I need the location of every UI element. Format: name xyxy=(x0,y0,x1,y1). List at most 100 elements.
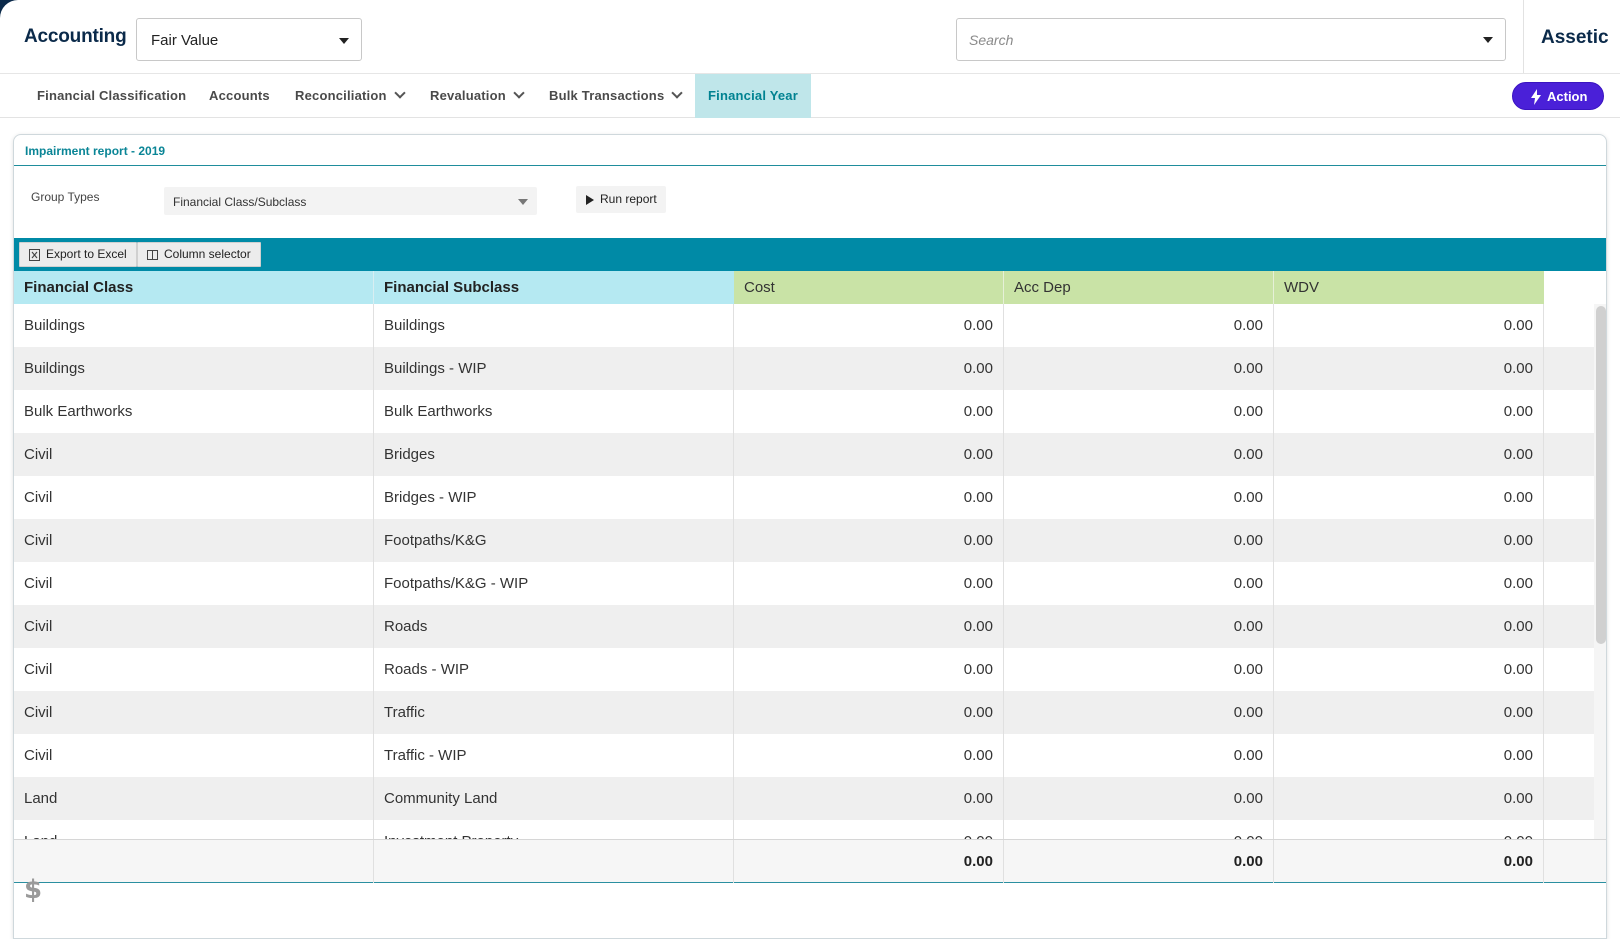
table-row[interactable]: Civil Footpaths/K&G 0.00 0.00 0.00 xyxy=(14,519,1594,562)
action-label: Action xyxy=(1547,89,1588,104)
panel-title: Impairment report - 2019 xyxy=(25,144,166,158)
grid-body[interactable]: LandInvestment Property0.000.000.00LandC… xyxy=(14,304,1606,839)
valuation-mode-value: Fair Value xyxy=(151,32,219,49)
cell-financial-class: Civil xyxy=(14,734,374,777)
panel-header: Impairment report - 2019 xyxy=(14,135,1606,166)
cell-cost: 0.00 xyxy=(734,777,1004,820)
cell-wdv: 0.00 xyxy=(1274,476,1544,519)
table-row[interactable]: Civil Roads - WIP 0.00 0.00 0.00 xyxy=(14,648,1594,691)
cell-acc-dep: 0.00 xyxy=(1004,433,1274,476)
table-row[interactable]: Civil Traffic - WIP 0.00 0.00 0.00 xyxy=(14,734,1594,777)
cell-financial-subclass: Community Land xyxy=(374,777,734,820)
cell-acc-dep: 0.00 xyxy=(1004,390,1274,433)
group-types-select[interactable]: Financial Class/Subclass xyxy=(164,187,537,215)
table-row[interactable]: Buildings Buildings 0.00 0.00 0.00 xyxy=(14,304,1594,347)
cell-financial-class: Civil xyxy=(14,691,374,734)
cell-cost: 0.00 xyxy=(734,648,1004,691)
cell-acc-dep: 0.00 xyxy=(1004,347,1274,390)
nav-reconciliation[interactable]: Reconciliation xyxy=(295,74,406,118)
export-to-excel-button[interactable]: Export to Excel xyxy=(19,242,137,267)
nav-revaluation[interactable]: Revaluation xyxy=(430,74,525,118)
scrollbar-thumb[interactable] xyxy=(1596,306,1606,644)
cell-acc-dep: 0.00 xyxy=(1004,304,1274,347)
cell-cost: 0.00 xyxy=(734,519,1004,562)
corner-decoration xyxy=(0,0,18,18)
cell-financial-class: Buildings xyxy=(14,347,374,390)
nav-label: Reconciliation xyxy=(295,88,387,103)
grid-scrollbar[interactable] xyxy=(1594,304,1606,839)
total-cell-class xyxy=(14,840,374,883)
cell-financial-class: Civil xyxy=(14,648,374,691)
cell-wdv: 0.00 xyxy=(1274,605,1544,648)
cell-financial-class: Land xyxy=(14,777,374,820)
grid-toolbar: Export to Excel Column selector xyxy=(14,238,1606,271)
col-header-wdv[interactable]: WDV xyxy=(1274,271,1544,304)
total-acc-dep: 0.00 xyxy=(1004,840,1274,883)
table-row[interactable]: Civil Bridges 0.00 0.00 0.00 xyxy=(14,433,1594,476)
cell-financial-subclass: Investment Property xyxy=(374,820,734,839)
chevron-down-icon xyxy=(513,87,525,99)
table-row[interactable]: Civil Roads 0.00 0.00 0.00 xyxy=(14,605,1594,648)
nav-bulk-transactions[interactable]: Bulk Transactions xyxy=(549,74,684,118)
column-selector-button[interactable]: Column selector xyxy=(137,242,261,267)
cell-financial-class: Civil xyxy=(14,605,374,648)
cell-wdv: 0.00 xyxy=(1274,304,1544,347)
col-header-cost[interactable]: Cost xyxy=(734,271,1004,304)
run-report-button[interactable]: Run report xyxy=(576,186,666,213)
cell-financial-class: Buildings xyxy=(14,304,374,347)
cell-acc-dep: 0.00 xyxy=(1004,691,1274,734)
table-row[interactable]: Buildings Buildings - WIP 0.00 0.00 0.00 xyxy=(14,347,1594,390)
nav-financial-classification[interactable]: Financial Classification xyxy=(37,74,186,118)
cell-financial-class: Civil xyxy=(14,562,374,605)
cell-wdv: 0.00 xyxy=(1274,433,1544,476)
nav-accounts[interactable]: Accounts xyxy=(209,74,270,118)
search-box[interactable] xyxy=(956,18,1506,61)
cell-wdv: 0.00 xyxy=(1274,390,1544,433)
main-nav: Financial Classification Accounts Reconc… xyxy=(0,74,1620,118)
action-button[interactable]: Action xyxy=(1512,82,1604,110)
cell-wdv: 0.00 xyxy=(1274,691,1544,734)
cell-financial-subclass: Bridges - WIP xyxy=(374,476,734,519)
col-header-acc-dep[interactable]: Acc Dep xyxy=(1004,271,1274,304)
cell-financial-class: Civil xyxy=(14,433,374,476)
cell-acc-dep: 0.00 xyxy=(1004,519,1274,562)
cell-acc-dep: 0.00 xyxy=(1004,648,1274,691)
header-divider xyxy=(1523,0,1524,73)
nav-label: Revaluation xyxy=(430,88,506,103)
valuation-mode-select[interactable]: Fair Value xyxy=(136,18,362,61)
app-title: Accounting xyxy=(24,26,127,47)
table-row[interactable]: Bulk Earthworks Bulk Earthworks 0.00 0.00 0.… xyxy=(14,390,1594,433)
cell-financial-class: Civil xyxy=(14,476,374,519)
dollar-icon: $ xyxy=(24,875,43,905)
table-row[interactable]: Civil Bridges - WIP 0.00 0.00 0.00 xyxy=(14,476,1594,519)
caret-down-icon[interactable] xyxy=(1483,37,1493,43)
cell-wdv: 0.00 xyxy=(1274,347,1544,390)
cell-financial-subclass: Roads xyxy=(374,605,734,648)
cell-cost: 0.00 xyxy=(734,605,1004,648)
nav-financial-year[interactable]: Financial Year xyxy=(695,74,811,118)
table-row[interactable]: Land Community Land 0.00 0.00 0.00 xyxy=(14,777,1594,820)
table-row[interactable]: LandInvestment Property0.000.000.00 xyxy=(14,820,1594,839)
run-report-label: Run report xyxy=(600,192,657,206)
cell-cost: 0.00 xyxy=(734,347,1004,390)
cell-acc-dep: 0.00 xyxy=(1004,777,1274,820)
col-header-financial-class[interactable]: Financial Class xyxy=(14,271,374,304)
cell-acc-dep: 0.00 xyxy=(1004,734,1274,777)
nav-label: Accounts xyxy=(209,88,270,103)
search-input[interactable] xyxy=(969,29,1449,51)
grid-header-row: Financial Class Financial Subclass Cost … xyxy=(14,271,1594,304)
caret-down-icon xyxy=(339,38,349,44)
chevron-down-icon xyxy=(393,87,406,99)
cell-wdv: 0.00 xyxy=(1274,648,1544,691)
total-wdv: 0.00 xyxy=(1274,840,1544,883)
cell-financial-class: Land xyxy=(14,820,374,839)
cell-financial-subclass: Buildings xyxy=(374,304,734,347)
cell-cost: 0.00 xyxy=(734,304,1004,347)
table-row[interactable]: Civil Footpaths/K&G - WIP 0.00 0.00 0.00 xyxy=(14,562,1594,605)
cell-wdv: 0.00 xyxy=(1274,820,1544,839)
cell-financial-subclass: Traffic - WIP xyxy=(374,734,734,777)
table-row[interactable]: Civil Traffic 0.00 0.00 0.00 xyxy=(14,691,1594,734)
col-header-financial-subclass[interactable]: Financial Subclass xyxy=(374,271,734,304)
nav-label: Bulk Transactions xyxy=(549,88,665,103)
cell-financial-subclass: Bridges xyxy=(374,433,734,476)
